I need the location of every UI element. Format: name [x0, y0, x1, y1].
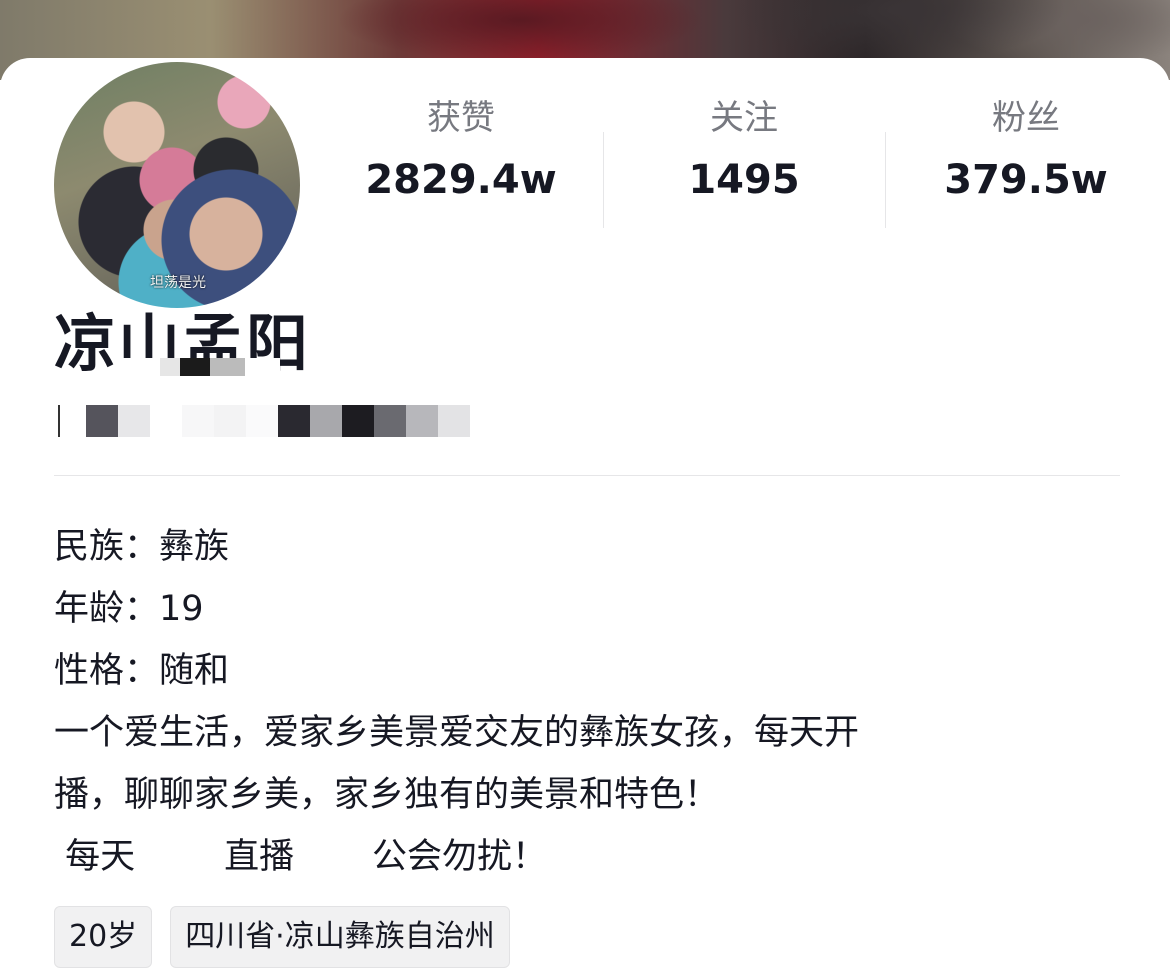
- profile-bio: 民族：彝族 年龄：19 性格：随和 一个爱生活，爱家乡美景爱交友的彝族女孩，每天…: [54, 516, 1124, 888]
- avatar[interactable]: 坦荡是光: [50, 58, 304, 312]
- bio-line-intro-1: 一个爱生活，爱家乡美景爱交友的彝族女孩，每天开: [54, 713, 860, 753]
- mosaic-cell: [438, 405, 470, 437]
- section-divider: [54, 475, 1120, 476]
- account-id-redacted: [54, 405, 474, 437]
- bio-line-ethnicity: 民族：彝族: [54, 527, 230, 567]
- bio-line-schedule: 每天 直播 公会勿扰！: [54, 837, 548, 877]
- stat-following-label: 关注: [710, 98, 778, 138]
- mosaic-cell: [54, 405, 86, 437]
- mosaic-cell: [182, 405, 214, 437]
- mosaic-cell: [214, 405, 246, 437]
- avatar-photo: 坦荡是光: [54, 62, 300, 308]
- stat-followers[interactable]: 粉丝 379.5w: [885, 94, 1167, 203]
- mosaic-cell: [86, 405, 118, 437]
- tag-location[interactable]: 四川省·凉山彝族自治州: [170, 906, 510, 968]
- mosaic-cell: [406, 405, 438, 437]
- profile-tags: 20岁 四川省·凉山彝族自治州: [54, 906, 510, 968]
- tag-age: 20岁: [54, 906, 153, 968]
- stats-bar: 获赞 2829.4w 关注 1495 粉丝 379.5w: [320, 94, 1170, 228]
- bio-line-personality: 性格：随和: [54, 651, 230, 691]
- stat-followers-value: 379.5w: [944, 157, 1108, 203]
- mosaic-cell: [374, 405, 406, 437]
- mosaic-cell: [246, 405, 278, 437]
- profile-card: 坦荡是光 获赞 2829.4w 关注 1495 粉丝 379.5w 凉山孟阳 民…: [0, 58, 1170, 970]
- stat-following[interactable]: 关注 1495: [603, 94, 885, 203]
- bio-line-intro-2: 播，聊聊家乡美，家乡独有的美景和特色！: [54, 775, 720, 815]
- mosaic-cell: [342, 405, 374, 437]
- stat-followers-label: 粉丝: [992, 98, 1060, 138]
- mosaic-cell: [150, 405, 182, 437]
- mosaic-cell: [278, 405, 310, 437]
- avatar-caption: 坦荡是光: [150, 275, 206, 291]
- stat-likes-value: 2829.4w: [365, 157, 557, 203]
- mosaic-cell: [118, 405, 150, 437]
- redaction-mosaic: [120, 358, 280, 376]
- bio-line-age: 年龄：19: [54, 589, 204, 629]
- stat-likes[interactable]: 获赞 2829.4w: [320, 94, 602, 203]
- stat-likes-label: 获赞: [427, 98, 495, 138]
- mosaic-cell: [310, 405, 342, 437]
- stat-following-value: 1495: [688, 157, 800, 203]
